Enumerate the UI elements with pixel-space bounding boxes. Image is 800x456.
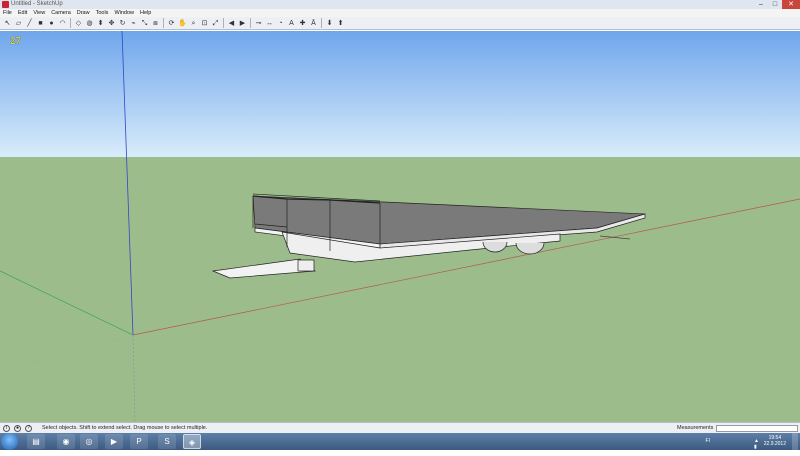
maximize-button[interactable]: □	[768, 0, 782, 9]
explorer-icon[interactable]: ▤	[27, 434, 45, 449]
menu-draw[interactable]: Draw	[74, 9, 93, 17]
menu-help[interactable]: Help	[137, 9, 154, 17]
text-icon[interactable]: A	[287, 19, 296, 28]
orbit-icon[interactable]: ⟳	[167, 19, 176, 28]
tray-icons[interactable]: ▲ ▮ ◐	[754, 438, 762, 456]
next-view-icon[interactable]: ▶	[238, 19, 247, 28]
taskbar: ▤ ◉ ◎ ▶ P S ◈ FI ▲ ▮ ◐ 19:54 22.9.2012	[0, 433, 800, 456]
window-controls: – □ ✕	[754, 0, 800, 9]
title-bar: Untitled - SketchUp – □ ✕	[0, 0, 800, 9]
menu-camera[interactable]: Camera	[48, 9, 74, 17]
instructor-icon[interactable]: ?	[25, 425, 32, 432]
clock[interactable]: 19:54 22.9.2012	[764, 435, 786, 447]
toolbar-separator	[223, 18, 224, 28]
menu-bar: File Edit View Camera Draw Tools Window …	[0, 9, 800, 17]
media-player-icon[interactable]: ▶	[105, 434, 123, 449]
sketchup-app-icon	[2, 1, 9, 8]
menu-window[interactable]: Window	[111, 9, 137, 17]
share-model-icon[interactable]: ⬆	[336, 19, 345, 28]
tape-measure-icon[interactable]: ⊸	[254, 19, 263, 28]
show-desktop-button[interactable]	[792, 433, 798, 450]
menu-view[interactable]: View	[30, 9, 48, 17]
toolbar-separator	[163, 18, 164, 28]
trailer-hitch-block	[297, 259, 315, 272]
toolbar-separator	[250, 18, 251, 28]
pan-icon[interactable]: ✋	[178, 19, 187, 28]
select-icon[interactable]: ↖	[3, 19, 12, 28]
3d-text-icon[interactable]: Ā	[309, 19, 318, 28]
dimension-icon[interactable]: ↔	[265, 19, 274, 28]
paint-bucket-icon[interactable]: ◍	[85, 19, 94, 28]
powerpoint-icon[interactable]: P	[130, 434, 148, 449]
zoom-extents-icon[interactable]: ⤢	[211, 19, 220, 28]
offset-icon[interactable]: ⧈	[151, 19, 160, 28]
main-toolbar: ↖ ▱ ╱ ■ ● ◠ ◇ ◍ ⬍ ✥ ↻ ⌁ ⤡ ⧈ ⟳ ✋ ⌕ ⊡ ⤢ ◀ ▶ ⊸ ↔ ◔ A ✚ Ā ⬇ ⬆	[0, 17, 800, 30]
steam-icon[interactable]: ◉	[57, 434, 75, 449]
close-button[interactable]: ✕	[782, 0, 800, 9]
clock-date: 22.9.2012	[763, 441, 786, 447]
menu-file[interactable]: File	[0, 9, 15, 17]
minimize-button[interactable]: –	[754, 0, 768, 9]
make-component-icon[interactable]: ◇	[74, 19, 83, 28]
zoom-icon[interactable]: ⌕	[189, 19, 198, 28]
rectangle-icon[interactable]: ■	[36, 19, 45, 28]
toolbar-separator	[70, 18, 71, 28]
overlay-value: 27	[10, 36, 22, 47]
follow-me-icon[interactable]: ⌁	[129, 19, 138, 28]
start-button[interactable]	[1, 433, 18, 450]
get-models-icon[interactable]: ⬇	[325, 19, 334, 28]
toolbar-separator	[321, 18, 322, 28]
rotate-icon[interactable]: ↻	[118, 19, 127, 28]
credits-icon[interactable]: ●	[14, 425, 21, 432]
scene-canvas[interactable]: 27	[0, 31, 800, 422]
circle-icon[interactable]: ●	[47, 19, 56, 28]
previous-view-icon[interactable]: ◀	[227, 19, 236, 28]
move-icon[interactable]: ✥	[107, 19, 116, 28]
arc-icon[interactable]: ◠	[58, 19, 67, 28]
menu-tools[interactable]: Tools	[93, 9, 112, 17]
chrome-icon[interactable]: ◎	[80, 434, 98, 449]
zoom-window-icon[interactable]: ⊡	[200, 19, 209, 28]
sky	[0, 31, 800, 157]
model-viewport[interactable]: 27	[0, 31, 800, 422]
window-title: Untitled - SketchUp	[11, 1, 63, 7]
measurements-input[interactable]	[716, 425, 798, 432]
ground-plane	[0, 157, 800, 422]
scale-icon[interactable]: ⤡	[140, 19, 149, 28]
protractor-icon[interactable]: ◔	[276, 19, 285, 28]
sketchup-icon[interactable]: ◈	[183, 434, 201, 449]
axes-icon[interactable]: ✚	[298, 19, 307, 28]
menu-edit[interactable]: Edit	[15, 9, 30, 17]
language-indicator[interactable]: FI	[706, 438, 710, 444]
eraser-icon[interactable]: ▱	[14, 19, 23, 28]
skype-icon[interactable]: S	[158, 434, 176, 449]
push-pull-icon[interactable]: ⬍	[96, 19, 105, 28]
line-icon[interactable]: ╱	[25, 19, 34, 28]
geo-location-icon[interactable]: i	[3, 425, 10, 432]
